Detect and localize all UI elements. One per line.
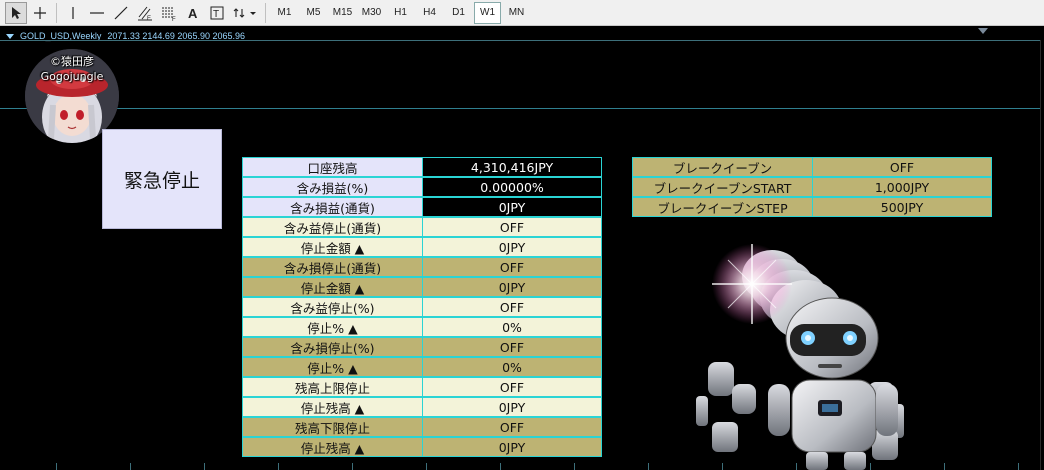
avatar-caption: ©猿田彦 Gogojungle [22, 54, 122, 84]
text-tool-button[interactable]: A [182, 2, 204, 24]
chart-toolbar: E F A T M1 M5 M15 M30 H1 H4 D1 W1 MN [0, 0, 1044, 26]
timeframe-m15-button[interactable]: M15 [329, 2, 356, 24]
settings-row-value-button[interactable]: 0% [422, 357, 602, 377]
timeframe-mn-button[interactable]: MN [503, 2, 530, 24]
time-axis-tick [944, 463, 945, 470]
horizontal-line-tool-button[interactable] [86, 2, 108, 24]
arrows-icon [233, 7, 256, 18]
settings-row-value: 0.00000% [422, 177, 602, 197]
time-axis-tick [1018, 463, 1019, 470]
time-axis-tick [648, 463, 649, 470]
settings-row-label: 含み損益(%) [242, 177, 423, 197]
chart-shift-marker-icon[interactable] [978, 28, 988, 34]
settings-row-value-button[interactable]: 0JPY [422, 397, 602, 417]
cursor-icon [12, 6, 21, 19]
timeframe-m30-button[interactable]: M30 [358, 2, 385, 24]
settings-row-value-button[interactable]: 0% [422, 317, 602, 337]
time-axis-tick [56, 463, 57, 470]
time-axis-tick [130, 463, 131, 470]
channel-tool-button[interactable]: E [134, 2, 156, 24]
settings-row-label: 停止% ▲ [242, 317, 423, 337]
crosshair-icon [34, 6, 46, 19]
time-axis-tick [278, 463, 279, 470]
settings-row-label: 停止% ▲ [242, 357, 423, 377]
text-label-icon: T [210, 6, 224, 20]
settings-row-label: 停止残高 ▲ [242, 437, 423, 457]
breakeven-row-label: ブレークイーブンSTART [632, 177, 813, 197]
settings-row-value: 4,310,416JPY [422, 157, 602, 177]
settings-row-label: 停止残高 ▲ [242, 397, 423, 417]
channel-icon: E [138, 6, 152, 21]
fibonacci-tool-button[interactable]: F [158, 2, 180, 24]
time-axis-tick [204, 463, 205, 470]
settings-row-value-button[interactable]: OFF [422, 257, 602, 277]
breakeven-row-value-button[interactable]: OFF [812, 157, 992, 177]
time-axis-tick [870, 463, 871, 470]
toolbar-separator [56, 2, 57, 23]
emergency-stop-button[interactable]: 緊急停止 [102, 129, 222, 229]
crosshair-tool-button[interactable] [29, 2, 51, 24]
chart-top-border [0, 40, 1040, 41]
brand-text: Gogojungle [40, 70, 104, 83]
time-axis-tick [352, 463, 353, 470]
timeframe-d1-button[interactable]: D1 [445, 2, 472, 24]
timeframe-m5-button[interactable]: M5 [300, 2, 327, 24]
chart-right-border [1040, 40, 1041, 470]
settings-row-label: 含み益停止(%) [242, 297, 423, 317]
settings-row-value-button[interactable]: OFF [422, 217, 602, 237]
settings-row-value-button[interactable]: OFF [422, 337, 602, 357]
toolbar-separator [265, 2, 266, 23]
vertical-line-tool-button[interactable] [62, 2, 84, 24]
settings-row-label: 停止金額 ▲ [242, 237, 423, 257]
time-axis-tick [574, 463, 575, 470]
breakeven-row-value-button[interactable]: 1,000JPY [812, 177, 992, 197]
trendline-icon [114, 6, 128, 19]
breakeven-row-label: ブレークイーブン [632, 157, 813, 177]
timeframe-group: M1 M5 M15 M30 H1 H4 D1 W1 MN [270, 1, 531, 24]
settings-row-value-button[interactable]: OFF [422, 297, 602, 317]
settings-row-value-button[interactable]: OFF [422, 377, 602, 397]
settings-row-label: 含み損停止(通貨) [242, 257, 423, 277]
time-axis-tick [500, 463, 501, 470]
horizontal-line-icon [90, 11, 104, 14]
fibonacci-icon: F [162, 7, 176, 21]
svg-text:F: F [172, 17, 176, 21]
settings-row-label: 口座残高 [242, 157, 423, 177]
robot-illustration [696, 244, 904, 470]
settings-row-value-button[interactable]: OFF [422, 417, 602, 437]
settings-row-label: 含み益停止(通貨) [242, 217, 423, 237]
time-axis-tick [426, 463, 427, 470]
settings-row-label: 残高下限停止 [242, 417, 423, 437]
svg-text:A: A [188, 6, 198, 20]
timeframe-m1-button[interactable]: M1 [271, 2, 298, 24]
text-icon: A [188, 6, 198, 20]
arrows-tool-button[interactable] [230, 2, 260, 24]
settings-row-value: 0JPY [422, 197, 602, 217]
settings-row-label: 含み損益(通貨) [242, 197, 423, 217]
settings-row-label: 残高上限停止 [242, 377, 423, 397]
vertical-line-icon [72, 6, 74, 19]
svg-text:E: E [147, 16, 151, 21]
settings-row-label: 含み損停止(%) [242, 337, 423, 357]
collapse-triangle-icon[interactable] [6, 33, 14, 39]
timeframe-h1-button[interactable]: H1 [387, 2, 414, 24]
timeframe-w1-button[interactable]: W1 [474, 1, 501, 24]
text-label-tool-button[interactable]: T [206, 2, 228, 24]
settings-row-value-button[interactable]: 0JPY [422, 277, 602, 297]
cursor-tool-button[interactable] [5, 1, 27, 24]
price-line [0, 108, 1040, 109]
settings-row-value-button[interactable]: 0JPY [422, 237, 602, 257]
settings-row-label: 停止金額 ▲ [242, 277, 423, 297]
time-axis-tick [722, 463, 723, 470]
settings-row-value-button[interactable]: 0JPY [422, 437, 602, 457]
copyright-text: ©猿田彦 [50, 55, 94, 68]
time-axis-tick [796, 463, 797, 470]
svg-text:T: T [213, 9, 219, 20]
trendline-tool-button[interactable] [110, 2, 132, 24]
timeframe-h4-button[interactable]: H4 [416, 2, 443, 24]
